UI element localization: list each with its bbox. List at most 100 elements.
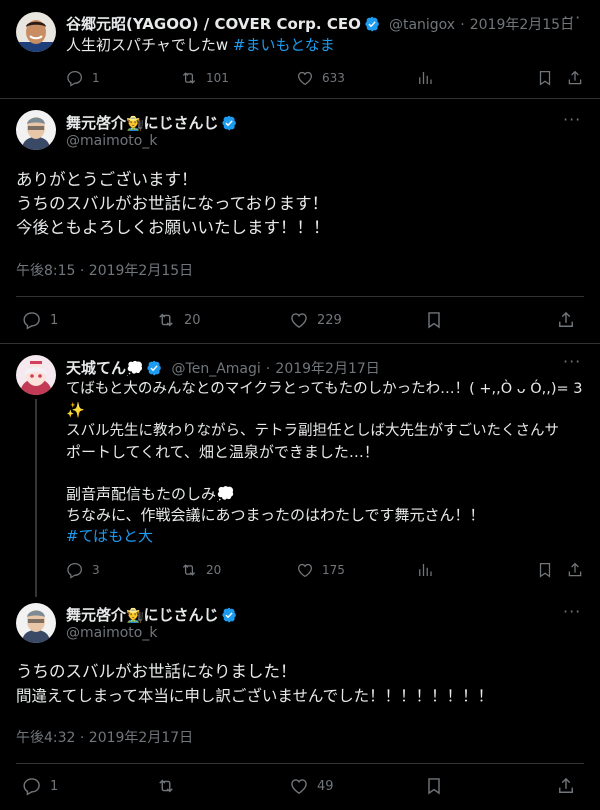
share-icon xyxy=(556,310,576,330)
thought-bubble-emoji: 💭 xyxy=(126,361,144,377)
tweet-line: 副音声配信もたのしみ💭 xyxy=(66,485,235,503)
divider xyxy=(0,343,600,344)
author-name[interactable]: 舞元啓介 xyxy=(66,606,126,624)
like-icon xyxy=(296,561,314,579)
author-handle[interactable]: @maimoto_k xyxy=(66,133,157,149)
bookmark-icon xyxy=(536,561,554,579)
author-name[interactable]: 天城てん xyxy=(66,359,126,377)
date-separator: · xyxy=(460,17,465,33)
author-handle[interactable]: @tanigox xyxy=(389,17,455,33)
reply-count: 1 xyxy=(50,312,59,328)
retweet-button[interactable]: 20 xyxy=(180,561,221,579)
author-name[interactable]: 舞元啓介 xyxy=(66,114,126,132)
author-handle[interactable]: @maimoto_k xyxy=(66,625,157,641)
more-options-icon[interactable]: ··· xyxy=(563,602,581,621)
retweet-icon xyxy=(156,776,176,796)
views-icon xyxy=(416,69,434,87)
tweet-line: うちのスバルがお世話になっております！ xyxy=(16,194,329,213)
share-icon xyxy=(556,776,576,796)
share-button[interactable] xyxy=(556,310,576,330)
verified-badge-icon xyxy=(364,16,380,32)
reply-count: 3 xyxy=(92,563,100,577)
like-button[interactable]: 49 xyxy=(289,776,334,796)
reply-icon xyxy=(22,310,42,330)
like-icon xyxy=(296,69,314,87)
bookmark-button[interactable] xyxy=(424,310,444,330)
like-button[interactable]: 633 xyxy=(296,69,345,87)
tweet-timestamp[interactable]: 午後8:15 · 2019年2月15日 xyxy=(16,260,193,280)
author-name-suffix[interactable]: にじさんじ xyxy=(143,114,218,132)
like-icon xyxy=(289,776,309,796)
thread-connector-line xyxy=(35,399,37,597)
reply-icon xyxy=(22,776,42,796)
reply-button[interactable]: 3 xyxy=(66,561,100,579)
bookmark-button[interactable] xyxy=(536,69,554,87)
reply-button[interactable]: 1 xyxy=(22,776,58,796)
like-button[interactable]: 175 xyxy=(296,561,345,579)
share-button[interactable] xyxy=(556,776,576,796)
retweet-button[interactable]: 101 xyxy=(180,69,229,87)
retweet-count: 20 xyxy=(184,312,201,328)
retweet-button[interactable]: 20 xyxy=(156,310,201,330)
tweet-line: ちなみに、作戦会議にあつまったのはわたしです舞元さん！！ xyxy=(66,506,485,524)
maimoto-avatar-image xyxy=(16,603,56,643)
retweet-icon xyxy=(156,310,176,330)
more-options-icon[interactable]: ··· xyxy=(563,110,581,129)
divider xyxy=(0,98,600,99)
retweet-count: 101 xyxy=(206,71,229,85)
tweet-text: ありがとうございます！ うちのスバルがお世話になっております！ 今後ともよろしく… xyxy=(16,168,330,240)
like-count: 633 xyxy=(322,71,345,85)
bookmark-icon xyxy=(424,776,444,796)
divider xyxy=(16,296,584,297)
retweet-count: 20 xyxy=(206,563,222,577)
avatar-maimoto[interactable] xyxy=(16,110,56,150)
tweet-line: ✨ xyxy=(66,401,85,419)
author-name-suffix[interactable]: にじさんじ xyxy=(143,606,218,624)
avatar-maimoto[interactable] xyxy=(16,603,56,643)
retweet-button[interactable] xyxy=(156,776,184,796)
like-button[interactable]: 229 xyxy=(289,310,342,330)
reply-icon xyxy=(66,69,84,87)
avatar-ten-amagi[interactable] xyxy=(16,355,56,395)
share-icon xyxy=(566,69,584,87)
share-icon xyxy=(566,561,584,579)
reply-icon xyxy=(66,561,84,579)
bookmark-icon xyxy=(424,310,444,330)
more-options-icon[interactable]: ··· xyxy=(563,352,581,371)
reply-count: 1 xyxy=(50,778,59,794)
divider xyxy=(16,763,584,764)
maimoto-avatar-image xyxy=(16,110,56,150)
farmer-emoji: 👨‍🌾 xyxy=(126,116,144,132)
tweet-body: 人生初スパチャでしたw xyxy=(66,36,233,54)
tweet-line: うちのスバルがお世話になりました！ xyxy=(16,662,297,681)
reply-button[interactable]: 1 xyxy=(22,310,58,330)
tweet-text: てばもと大のみんなとのマイクラとってもたのしかったわ…！( +,,Ò ᴗ Ó,,… xyxy=(66,379,586,547)
like-count: 49 xyxy=(317,778,334,794)
reply-button[interactable]: 1 xyxy=(66,69,100,87)
tweet-text: 人生初スパチャでしたw #まいもとなま xyxy=(66,35,335,56)
like-count: 175 xyxy=(322,563,345,577)
author-handle[interactable]: @Ten_Amagi xyxy=(172,361,261,377)
hashtag-link[interactable]: #てばもと大 xyxy=(66,526,586,547)
tweet-timestamp[interactable]: 午後4:32 · 2019年2月17日 xyxy=(16,727,193,747)
bookmark-button[interactable] xyxy=(424,776,444,796)
views-button[interactable] xyxy=(416,69,434,87)
bookmark-button[interactable] xyxy=(536,561,554,579)
views-button[interactable] xyxy=(416,561,434,579)
like-count: 229 xyxy=(317,312,342,328)
farmer-emoji: 👨‍🌾 xyxy=(126,608,144,624)
tweet-date[interactable]: 2019年2月17日 xyxy=(275,361,379,377)
author-name[interactable]: 谷郷元昭(YAGOO) / COVER Corp. CEO xyxy=(66,15,361,33)
tweet-date[interactable]: 2019年2月15日 xyxy=(470,17,574,33)
tweet-line: スバル先生に教わりながら、テトラ副担任としば大先生がすごいたくさんサ xyxy=(66,423,559,439)
avatar-yagoo[interactable] xyxy=(16,12,56,52)
verified-badge-icon xyxy=(221,607,237,623)
share-button[interactable] xyxy=(566,561,584,579)
more-options-icon[interactable]: ··· xyxy=(563,8,581,27)
tweet-line: てばもと大のみんなとのマイクラとってもたのしかったわ…！( +,,Ò ᴗ Ó,,… xyxy=(66,381,583,397)
share-button[interactable] xyxy=(566,69,584,87)
ten-amagi-avatar-image xyxy=(16,355,56,395)
hashtag-link[interactable]: #まいもとなま xyxy=(233,36,335,54)
verified-badge-icon xyxy=(221,115,237,131)
